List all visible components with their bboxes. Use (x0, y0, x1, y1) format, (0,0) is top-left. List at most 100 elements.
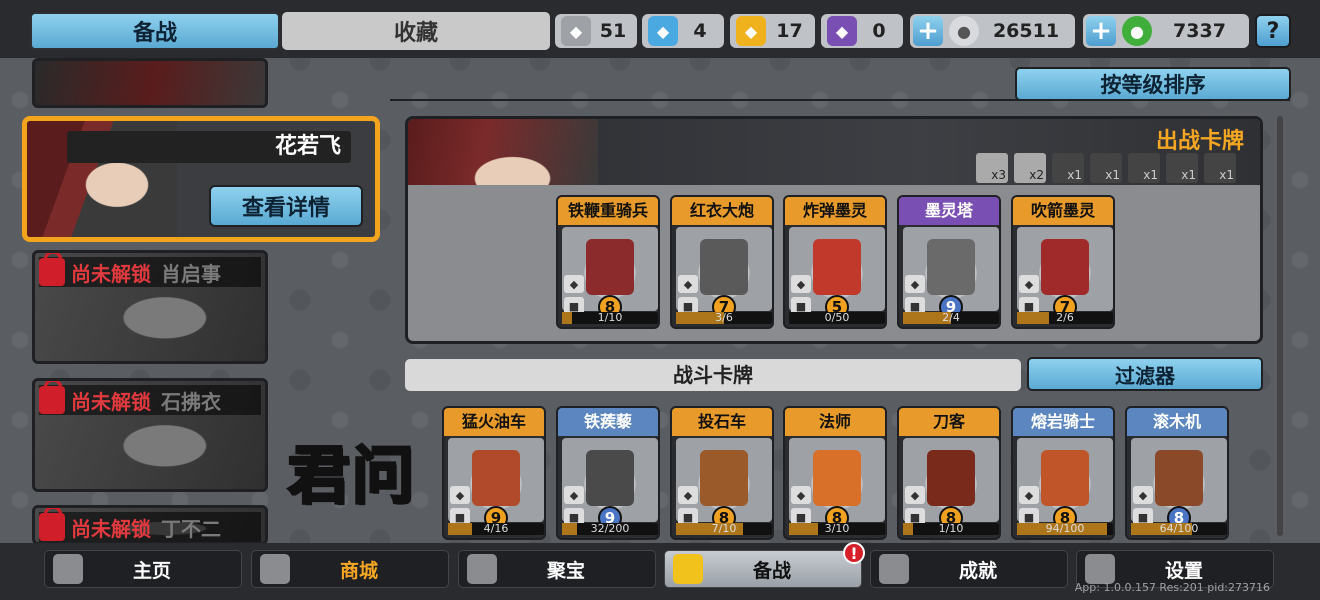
unit-figure (700, 450, 748, 506)
lock-icon (39, 508, 65, 541)
progress-text: 32/200 (590, 522, 630, 535)
unit-card[interactable]: 铁蒺藜 ◆ ■ 9 32/200 (556, 406, 660, 540)
unit-card[interactable]: 法师 ◆ ■ 8 3/10 (783, 406, 887, 540)
progress-text: 4/16 (483, 522, 509, 535)
unit-type-icon: ◆ (450, 486, 470, 504)
view-details-button[interactable]: 查看详情 (209, 185, 363, 227)
unit-card[interactable]: 墨灵塔 ◆ ■ 9 2/4 (897, 195, 1001, 329)
unit-figure (813, 239, 861, 295)
unit-card[interactable]: 熔岩骑士 ◆ ■ 8 94/100 (1011, 406, 1115, 540)
battle-cards-title: 战斗卡牌 (405, 359, 1021, 391)
shield-type-icon[interactable]: x1 (1090, 153, 1122, 183)
unit-card[interactable]: 吹箭墨灵 ◆ ■ 7 2/6 (1011, 195, 1115, 329)
type-count: x1 (1067, 168, 1082, 182)
resource-gold-badge: ◆ 17 (730, 14, 815, 48)
progress-fill (562, 312, 572, 324)
hero-card-locked[interactable]: 尚未解锁 丁不二 (32, 505, 268, 545)
sort-by-level-button[interactable]: 按等级排序 (1015, 67, 1291, 101)
card-name: 熔岩骑士 (1013, 408, 1113, 436)
card-name: 猛火油车 (444, 408, 544, 436)
nav-label: 成就 (958, 559, 997, 582)
unit-type-icon: ◆ (791, 486, 811, 504)
progress-fill (448, 523, 472, 535)
brick-type-icon[interactable]: x2 (1014, 153, 1046, 183)
nav-shop[interactable]: 商城 (251, 550, 449, 588)
hero-name: 花若飞 (67, 131, 351, 163)
lock-text: 尚未解锁 (71, 516, 151, 541)
nav-achievements[interactable]: 成就 (870, 550, 1068, 588)
resource-silver-crest: ◆ 51 (555, 14, 637, 48)
card-progress: 2/6 (1017, 312, 1113, 324)
lock-icon (39, 253, 65, 286)
progress-fill (1017, 312, 1049, 324)
resource-value: 51 (599, 20, 627, 42)
filter-button[interactable]: 过滤器 (1027, 357, 1263, 391)
progress-text: 3/10 (824, 522, 850, 535)
castle-icon (53, 554, 83, 584)
nav-label: 聚宝 (546, 559, 585, 582)
nav-home[interactable]: 主页 (44, 550, 242, 588)
nav-prepare[interactable]: 备战 (664, 550, 862, 588)
card-progress: 1/10 (903, 523, 999, 535)
unit-figure (586, 450, 634, 506)
arrows-type-icon[interactable]: x1 (1204, 153, 1236, 183)
unit-type-icon: ◆ (564, 486, 584, 504)
deck-hero-portrait (408, 119, 598, 185)
card-progress: 1/10 (562, 312, 658, 324)
gold-badge-icon: ◆ (736, 16, 766, 46)
coins-icon (260, 554, 290, 584)
progress-fill (789, 523, 818, 535)
silver-coin-icon: ● (949, 16, 979, 46)
nav-label: 设置 (1164, 559, 1203, 582)
burst-type-icon[interactable]: x1 (1128, 153, 1160, 183)
tab-collection[interactable]: 收藏 (282, 12, 550, 50)
unit-figure (586, 239, 634, 295)
card-name: 滚木机 (1127, 408, 1227, 436)
card-name: 投石车 (672, 408, 772, 436)
unit-type-icon: ◆ (905, 275, 925, 293)
resource-value: 0 (872, 20, 886, 42)
hero-card-selected[interactable]: 花若飞 查看详情 (24, 118, 378, 240)
lock-row: 尚未解锁 肖启事 (39, 253, 261, 287)
deck-scrollbar[interactable] (1277, 116, 1283, 536)
unit-card[interactable]: 红衣大炮 ◆ ■ 7 3/6 (670, 195, 774, 329)
unit-card[interactable]: 投石车 ◆ ■ 8 7/10 (670, 406, 774, 540)
hero-card-locked[interactable]: 尚未解锁 石拂衣 (32, 378, 268, 492)
card-progress: 94/100 (1017, 523, 1113, 535)
card-progress: 3/6 (676, 312, 772, 324)
alert-badge: ! (843, 542, 865, 564)
tab-prepare[interactable]: 备战 (30, 12, 280, 50)
sword-type-icon[interactable]: x1 (1166, 153, 1198, 183)
card-progress: 3/10 (789, 523, 885, 535)
nav-treasure[interactable]: 聚宝 (458, 550, 656, 588)
type-count: x1 (1219, 168, 1234, 182)
unit-card[interactable]: 猛火油车 ◆ ■ 9 4/16 (442, 406, 546, 540)
type-count: x2 (1029, 168, 1044, 182)
hero-name: 丁不二 (161, 516, 221, 541)
hero-name: 肖启事 (161, 261, 221, 286)
card-name: 法师 (785, 408, 885, 436)
unit-card[interactable]: 滚木机 ◆ ■ 8 64/100 (1125, 406, 1229, 540)
hero-card-locked[interactable]: 尚未解锁 肖启事 (32, 250, 268, 364)
unit-card[interactable]: 铁鞭重骑兵 ◆ ■ 8 1/10 (556, 195, 660, 329)
card-progress: 32/200 (562, 523, 658, 535)
unit-figure (1041, 450, 1089, 506)
unit-card[interactable]: 炸弹墨灵 ◆ ■ 5 0/50 (783, 195, 887, 329)
unit-type-icon: ◆ (1019, 486, 1039, 504)
unit-figure (927, 450, 975, 506)
unit-type-icon: ◆ (564, 275, 584, 293)
gear-icon (1085, 554, 1115, 584)
horse-type-icon[interactable]: x1 (1052, 153, 1084, 183)
buy-green-plus-button[interactable]: + (1086, 16, 1116, 46)
unit-card[interactable]: 刀客 ◆ ■ 8 1/10 (897, 406, 1001, 540)
nav-label: 商城 (339, 559, 378, 582)
silver-crest-icon: ◆ (561, 16, 591, 46)
wall-type-icon[interactable]: x3 (976, 153, 1008, 183)
buy-silver-plus-button[interactable]: + (913, 16, 943, 46)
hero-card-partial[interactable] (32, 58, 268, 108)
unit-figure (472, 450, 520, 506)
unit-figure (1041, 239, 1089, 295)
card-name: 红衣大炮 (672, 197, 772, 225)
help-button[interactable]: ? (1255, 14, 1291, 48)
unit-type-icon: ◆ (791, 275, 811, 293)
